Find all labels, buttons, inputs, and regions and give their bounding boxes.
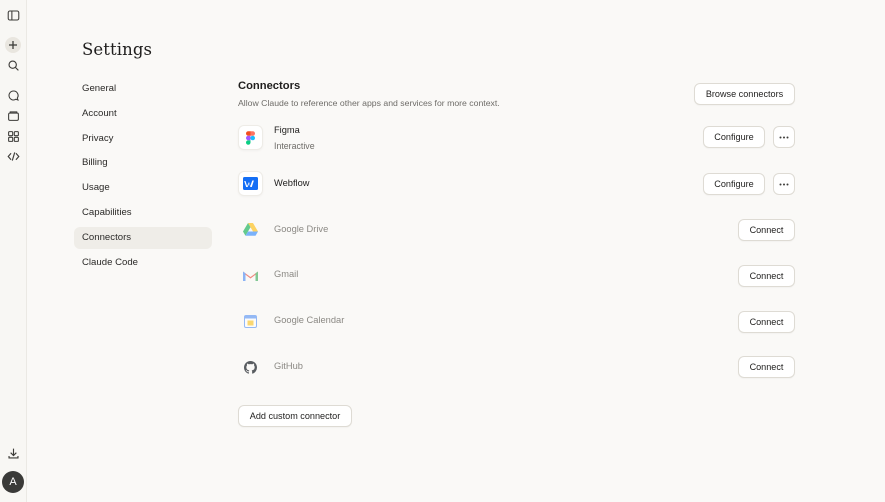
projects-icon[interactable] bbox=[4, 106, 22, 124]
connector-name-gmail: Gmail bbox=[274, 269, 299, 279]
download-icon[interactable] bbox=[4, 444, 22, 462]
section-description: Allow Claude to reference other apps and… bbox=[238, 98, 500, 108]
configure-webflow-button[interactable]: Configure bbox=[703, 173, 765, 195]
artifacts-icon[interactable] bbox=[4, 127, 22, 145]
webflow-icon bbox=[238, 171, 263, 196]
connect-gmail-button[interactable]: Connect bbox=[738, 265, 795, 287]
connect-github-button[interactable]: Connect bbox=[738, 356, 795, 378]
settings-nav: General Account Privacy Billing Usage Ca… bbox=[74, 78, 212, 276]
connector-name-webflow: Webflow bbox=[274, 178, 310, 188]
more-options-webflow-icon[interactable] bbox=[773, 173, 795, 195]
google-calendar-icon bbox=[238, 309, 263, 334]
connect-google-calendar-button[interactable]: Connect bbox=[738, 311, 795, 333]
connector-name-google-calendar: Google Calendar bbox=[274, 315, 345, 325]
github-icon bbox=[238, 355, 263, 380]
search-icon[interactable] bbox=[4, 56, 22, 74]
connector-name-github: GitHub bbox=[274, 361, 303, 371]
configure-figma-button[interactable]: Configure bbox=[703, 126, 765, 148]
page-title: Settings bbox=[82, 40, 153, 59]
nav-item-connectors[interactable]: Connectors bbox=[74, 226, 212, 249]
nav-item-privacy[interactable]: Privacy bbox=[74, 128, 212, 150]
nav-item-general[interactable]: General bbox=[74, 78, 212, 100]
nav-item-usage[interactable]: Usage bbox=[74, 177, 212, 199]
nav-item-billing[interactable]: Billing bbox=[74, 152, 212, 174]
chats-icon[interactable] bbox=[4, 86, 22, 104]
figma-icon bbox=[238, 125, 263, 150]
nav-item-capabilities[interactable]: Capabilities bbox=[74, 202, 212, 224]
avatar[interactable]: A bbox=[2, 471, 24, 493]
browse-connectors-button[interactable]: Browse connectors bbox=[694, 83, 795, 105]
nav-item-claude-code[interactable]: Claude Code bbox=[74, 252, 212, 274]
add-custom-connector-button[interactable]: Add custom connector bbox=[238, 405, 352, 427]
gmail-icon bbox=[238, 263, 263, 288]
connector-name-figma: Figma bbox=[274, 125, 300, 135]
section-title: Connectors bbox=[238, 80, 301, 92]
new-chat-icon[interactable] bbox=[5, 37, 21, 53]
google-drive-icon bbox=[238, 217, 263, 242]
more-options-figma-icon[interactable] bbox=[773, 126, 795, 148]
connector-subtitle-figma: Interactive bbox=[274, 141, 315, 151]
connector-name-google-drive: Google Drive bbox=[274, 224, 329, 234]
nav-item-account[interactable]: Account bbox=[74, 103, 212, 125]
sidebar-toggle-icon[interactable] bbox=[4, 6, 22, 24]
code-icon[interactable] bbox=[4, 147, 22, 165]
connect-google-drive-button[interactable]: Connect bbox=[738, 219, 795, 241]
icon-rail: A bbox=[0, 0, 27, 502]
